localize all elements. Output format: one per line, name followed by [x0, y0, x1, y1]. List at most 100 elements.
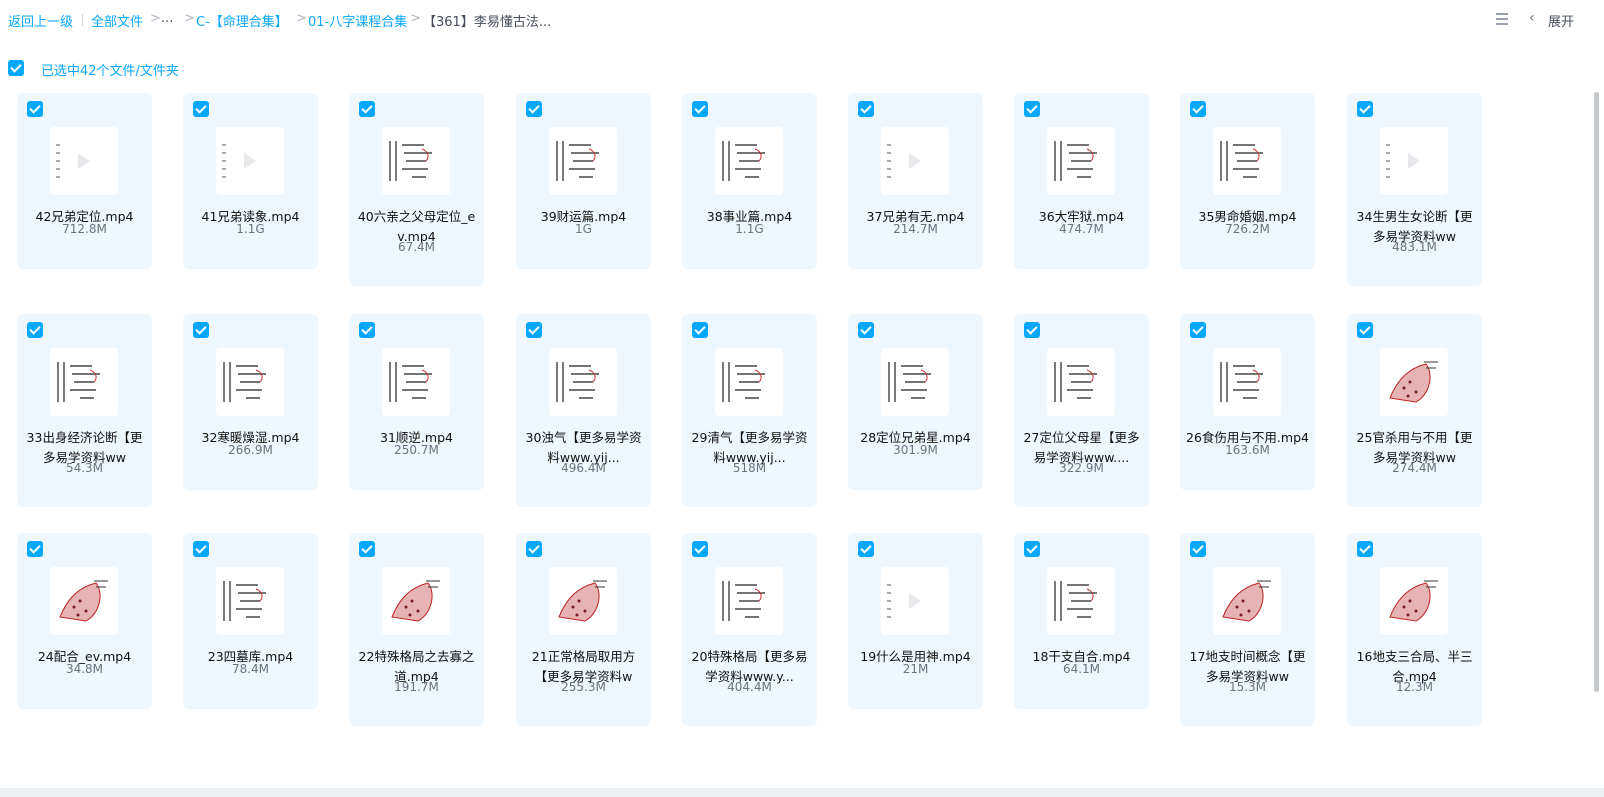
file-card[interactable]: 36大牢狱.mp4 474.7M — [1014, 93, 1149, 269]
file-size: 404.4M — [727, 680, 772, 694]
video-thumbnail[interactable] — [50, 127, 118, 195]
file-card[interactable]: 38事业篇.mp4 1.1G — [682, 93, 817, 269]
breadcrumb-level1[interactable]: C-【命理合集】 — [196, 11, 288, 30]
breadcrumb-all-files[interactable]: 全部文件 — [91, 11, 143, 30]
back-link[interactable]: 返回上一级 — [8, 11, 73, 30]
file-card[interactable]: 34生男生女论断【更多易学资料ww 483.1M — [1347, 93, 1482, 286]
video-thumbnail[interactable] — [881, 127, 949, 195]
video-thumbnail[interactable] — [1047, 127, 1115, 195]
file-card[interactable]: 41兄弟读象.mp4 1.1G — [183, 93, 318, 269]
video-thumbnail[interactable] — [881, 567, 949, 635]
video-thumbnail[interactable] — [549, 127, 617, 195]
file-card[interactable]: 27定位父母星【更多易学资料www.... 322.9M — [1014, 314, 1149, 507]
chevron-right-icon: > — [410, 11, 421, 26]
list-view-icon[interactable] — [1495, 12, 1509, 26]
video-thumbnail[interactable] — [382, 348, 450, 416]
file-card[interactable]: 29清气【更多易学资料www.yij... 518M — [682, 314, 817, 507]
video-thumbnail[interactable] — [881, 348, 949, 416]
file-checkbox[interactable] — [526, 101, 542, 117]
file-checkbox[interactable] — [359, 541, 375, 557]
breadcrumb-level2[interactable]: 01-八字课程合集 — [308, 11, 407, 30]
file-checkbox[interactable] — [1024, 101, 1040, 117]
video-thumbnail[interactable] — [1047, 567, 1115, 635]
file-card[interactable]: 28定位兄弟星.mp4 301.9M — [848, 314, 983, 490]
file-checkbox[interactable] — [1357, 322, 1373, 338]
file-checkbox[interactable] — [193, 322, 209, 338]
file-checkbox[interactable] — [858, 541, 874, 557]
file-checkbox[interactable] — [1024, 541, 1040, 557]
file-card[interactable]: 42兄弟定位.mp4 712.8M — [17, 93, 152, 269]
file-checkbox[interactable] — [27, 101, 43, 117]
file-checkbox[interactable] — [359, 322, 375, 338]
scrollbar[interactable] — [1594, 92, 1599, 692]
file-card[interactable]: 17地支时间概念【更多易学资料ww 15.3M — [1180, 533, 1315, 726]
expand-button[interactable]: 展开 — [1548, 11, 1574, 30]
video-thumbnail[interactable] — [1213, 348, 1281, 416]
video-thumbnail[interactable] — [715, 567, 783, 635]
select-all-checkbox[interactable] — [8, 60, 24, 76]
file-checkbox[interactable] — [193, 541, 209, 557]
file-card[interactable]: 25官杀用与不用【更多易学资料ww 274.4M — [1347, 314, 1482, 507]
video-thumbnail[interactable] — [549, 348, 617, 416]
chevron-left-icon[interactable]: ‹ — [1529, 10, 1535, 26]
file-checkbox[interactable] — [1357, 541, 1373, 557]
file-checkbox[interactable] — [1190, 541, 1206, 557]
video-thumbnail[interactable] — [1213, 567, 1281, 635]
file-checkbox[interactable] — [1357, 101, 1373, 117]
file-card[interactable]: 16地支三合局、半三合.mp4 12.3M — [1347, 533, 1482, 726]
file-card[interactable]: 39财运篇.mp4 1G — [516, 93, 651, 269]
file-card[interactable]: 22特殊格局之去寡之道.mp4 191.7M — [349, 533, 484, 726]
file-card[interactable]: 30浊气【更多易学资料www.yij... 496.4M — [516, 314, 651, 507]
video-thumbnail[interactable] — [50, 348, 118, 416]
video-thumbnail[interactable] — [1213, 127, 1281, 195]
file-checkbox[interactable] — [27, 541, 43, 557]
file-checkbox[interactable] — [526, 322, 542, 338]
file-checkbox[interactable] — [858, 322, 874, 338]
file-size: 496.4M — [561, 461, 606, 475]
video-thumbnail[interactable] — [50, 567, 118, 635]
video-thumbnail[interactable] — [1380, 567, 1448, 635]
file-card[interactable]: 23四墓库.mp4 78.4M — [183, 533, 318, 709]
file-checkbox[interactable] — [692, 322, 708, 338]
file-card[interactable]: 19什么是用神.mp4 21M — [848, 533, 983, 709]
file-size: 78.4M — [231, 662, 270, 676]
breadcrumb-divider — [82, 14, 83, 26]
file-size: 34.8M — [65, 662, 104, 676]
file-card[interactable]: 40六亲之父母定位_ev.mp4 67.4M — [349, 93, 484, 286]
video-thumbnail[interactable] — [382, 567, 450, 635]
file-size: 712.8M — [62, 222, 107, 236]
file-checkbox[interactable] — [692, 541, 708, 557]
file-checkbox[interactable] — [692, 101, 708, 117]
file-card[interactable]: 33出身经济论断【更多易学资料ww 54.3M — [17, 314, 152, 507]
file-size: 1G — [575, 222, 592, 236]
video-thumbnail[interactable] — [1380, 348, 1448, 416]
file-checkbox[interactable] — [1190, 101, 1206, 117]
video-thumbnail[interactable] — [216, 127, 284, 195]
breadcrumb-ellipsis[interactable]: ... — [161, 11, 173, 26]
video-thumbnail[interactable] — [1047, 348, 1115, 416]
file-checkbox[interactable] — [858, 101, 874, 117]
video-thumbnail[interactable] — [216, 348, 284, 416]
video-thumbnail[interactable] — [382, 127, 450, 195]
video-thumbnail[interactable] — [715, 348, 783, 416]
file-card[interactable]: 18干支自合.mp4 64.1M — [1014, 533, 1149, 709]
file-card[interactable]: 35男命婚姻.mp4 726.2M — [1180, 93, 1315, 269]
video-thumbnail[interactable] — [216, 567, 284, 635]
video-thumbnail[interactable] — [549, 567, 617, 635]
file-checkbox[interactable] — [526, 541, 542, 557]
file-card[interactable]: 37兄弟有无.mp4 214.7M — [848, 93, 983, 269]
file-card[interactable]: 21正常格局取用方【更多易学资料w 255.3M — [516, 533, 651, 726]
file-checkbox[interactable] — [1024, 322, 1040, 338]
file-checkbox[interactable] — [27, 322, 43, 338]
file-card[interactable]: 26食伤用与不用.mp4 163.6M — [1180, 314, 1315, 490]
video-thumbnail[interactable] — [1380, 127, 1448, 195]
file-card[interactable]: 32寒暖燥湿.mp4 266.9M — [183, 314, 318, 490]
file-checkbox[interactable] — [359, 101, 375, 117]
file-card[interactable]: 31顺逆.mp4 250.7M — [349, 314, 484, 490]
file-size: 21M — [902, 662, 929, 676]
video-thumbnail[interactable] — [715, 127, 783, 195]
file-card[interactable]: 24配合_ev.mp4 34.8M — [17, 533, 152, 709]
file-checkbox[interactable] — [193, 101, 209, 117]
file-card[interactable]: 20特殊格局【更多易学资料www.y... 404.4M — [682, 533, 817, 726]
file-checkbox[interactable] — [1190, 322, 1206, 338]
